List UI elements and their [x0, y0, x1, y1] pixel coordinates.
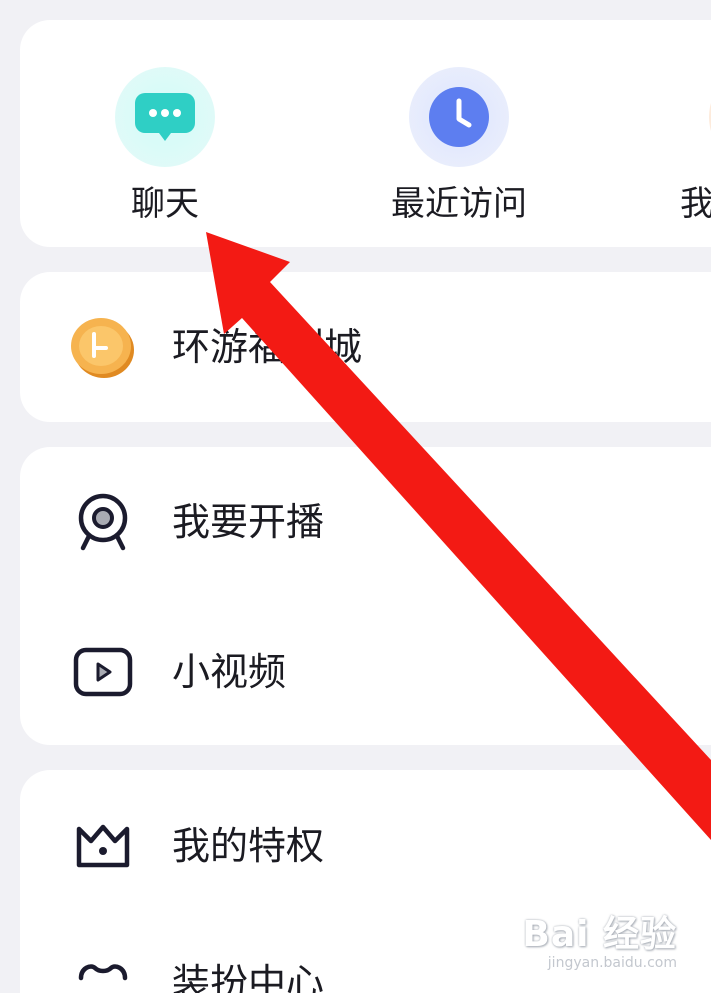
- welfare-row[interactable]: 环游福利城: [68, 302, 362, 392]
- welfare-card[interactable]: 环游福利城: [20, 272, 711, 422]
- app-screen: 聊天 最近访问 我 环游福利城 我要开播 小视频 我的特权 装扮中心 Bai 经…: [0, 0, 711, 993]
- outfit-icon: [68, 948, 138, 993]
- recent-visits-entry[interactable]: 最近访问: [384, 67, 534, 224]
- quick-entries-card: 聊天 最近访问 我: [20, 20, 711, 247]
- partial-entry[interactable]: 我: [631, 67, 711, 224]
- watermark-main-text: Bai 经验: [522, 914, 677, 955]
- welfare-label: 环游福利城: [172, 325, 363, 369]
- live-video-card: 我要开播 小视频: [20, 447, 711, 745]
- outfit-center-label: 装扮中心: [172, 961, 325, 993]
- short-video-label: 小视频: [172, 650, 287, 694]
- partial-entry-label: 我: [680, 184, 711, 224]
- chat-entry-label: 聊天: [131, 184, 199, 224]
- gold-coin-icon: [68, 312, 138, 382]
- webcam-icon: [68, 487, 138, 557]
- start-live-label: 我要开播: [172, 500, 325, 544]
- my-privilege-row[interactable]: 我的特权: [68, 801, 324, 891]
- watermark-logo: Bai 经验 jingyan.baidu.com: [522, 905, 677, 971]
- outfit-center-row[interactable]: 装扮中心: [68, 938, 324, 993]
- watermark-sub-text: jingyan.baidu.com: [547, 955, 677, 971]
- video-play-icon: [68, 637, 138, 707]
- chat-entry[interactable]: 聊天: [90, 67, 240, 224]
- start-live-row[interactable]: 我要开播: [68, 477, 324, 567]
- crown-icon: [68, 811, 138, 881]
- my-privilege-label: 我的特权: [172, 824, 325, 868]
- clock-icon: [409, 67, 509, 167]
- recent-visits-label: 最近访问: [391, 184, 527, 224]
- chat-bubble-icon: [115, 67, 215, 167]
- short-video-row[interactable]: 小视频: [68, 627, 286, 717]
